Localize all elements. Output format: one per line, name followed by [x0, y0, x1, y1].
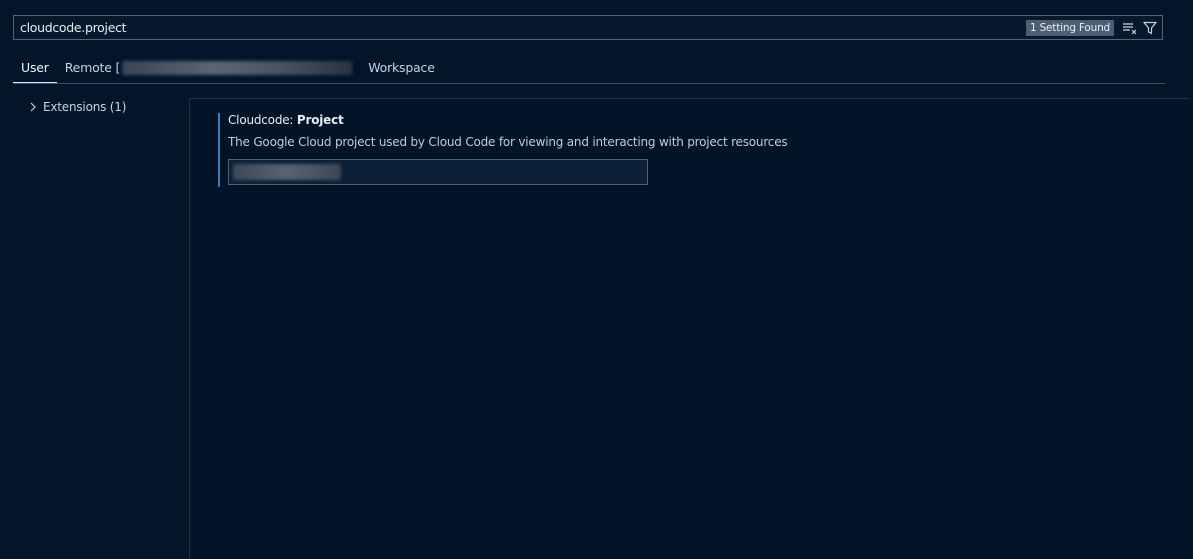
tab-workspace[interactable]: Workspace [360, 54, 443, 82]
settings-search-input[interactable] [14, 16, 1026, 39]
tab-remote-label: Remote [ [64, 60, 121, 75]
setting-value-input[interactable] [228, 159, 648, 185]
clear-filter-icon[interactable] [1122, 20, 1138, 36]
setting-category: Cloudcode: [228, 113, 297, 127]
redacted-remote-name [122, 61, 353, 75]
result-count-badge: 1 Setting Found [1025, 19, 1114, 36]
filter-icon[interactable] [1142, 20, 1158, 36]
tab-remote[interactable]: Remote [ [57, 54, 360, 82]
setting-description: The Google Cloud project used by Cloud C… [228, 135, 788, 149]
chevron-right-icon [28, 100, 38, 114]
settings-scope-tabs: User Remote [ Workspace [13, 54, 1165, 84]
setting-item-cloudcode-project: Cloudcode: Project The Google Cloud proj… [218, 113, 788, 187]
tab-user[interactable]: User [13, 54, 57, 83]
setting-name: Project [296, 113, 344, 127]
tree-item-label: Extensions (1) [43, 100, 127, 114]
redacted-project-value [233, 164, 341, 180]
tree-item-extensions[interactable]: Extensions (1) [28, 100, 126, 114]
settings-search-box[interactable]: 1 Setting Found [13, 15, 1163, 40]
settings-list-panel: Cloudcode: Project The Google Cloud proj… [189, 98, 1190, 559]
setting-title: Cloudcode: Project [228, 113, 787, 127]
